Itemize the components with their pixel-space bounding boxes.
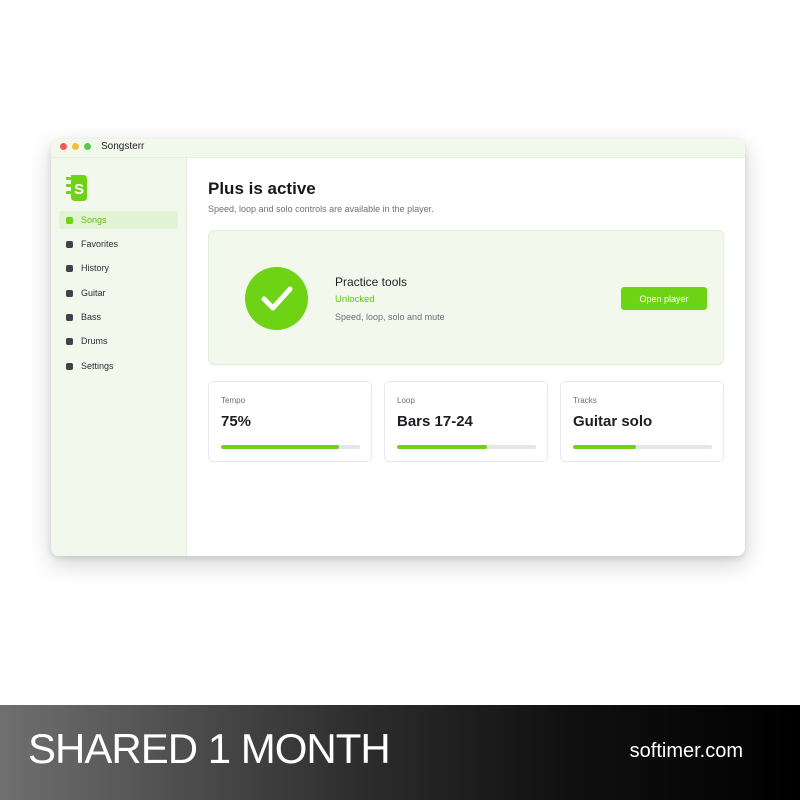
stat-label: Loop [397,396,415,405]
sidebar-item-settings[interactable]: Settings [59,357,178,375]
sidebar-item-label: Favorites [81,239,119,249]
songsterr-logo-icon[interactable]: S [63,173,93,203]
loop-progress-fill [397,445,488,449]
app-window: Songsterr S Songs Favorites History Guit… [51,139,745,556]
favorites-icon [66,240,73,248]
sidebar-item-favorites[interactable]: Favorites [59,235,178,253]
main-content: Plus is active Speed, loop and solo cont… [187,158,745,556]
tempo-card: Tempo 75% [208,381,372,462]
banner-site[interactable]: softimer.com [630,740,743,763]
practice-tools-card: Practice tools Unlocked Speed, loop, sol… [208,230,724,365]
bass-icon [66,313,73,321]
guitar-icon [66,289,73,297]
stat-label: Tracks [573,396,597,405]
sidebar-item-label: Drums [81,336,108,346]
sidebar-item-label: Bass [81,312,102,322]
open-player-button[interactable]: Open player [621,287,707,310]
practice-tools-status: Unlocked [335,294,375,305]
svg-text:S: S [74,181,84,198]
tracks-card: Tracks Guitar solo [560,381,724,462]
stat-label: Tempo [221,396,246,405]
drums-icon [66,337,73,345]
history-icon [66,264,73,272]
promo-banner: SHARED 1 MONTH softimer.com [0,705,800,800]
page-title: Plus is active [208,179,316,198]
practice-tools-title: Practice tools [335,275,408,289]
close-window-button[interactable] [60,143,67,150]
page-subtitle: Speed, loop and solo controls are availa… [208,204,434,214]
sidebar-item-guitar[interactable]: Guitar [59,284,178,302]
stat-value: 75% [221,413,252,430]
practice-tools-description: Speed, loop, solo and mute [335,312,445,322]
loop-card: Loop Bars 17-24 [384,381,548,462]
check-circle-icon [245,267,308,330]
sidebar-item-history[interactable]: History [59,259,178,277]
tempo-progress-fill [221,445,340,449]
sidebar-item-label: Settings [81,361,114,371]
sidebar-item-label: Guitar [81,288,106,298]
sidebar-item-label: History [81,263,110,273]
stat-value: Bars 17-24 [397,413,473,430]
sidebar-item-drums[interactable]: Drums [59,332,178,350]
app-title: Songsterr [101,141,145,152]
banner-title: SHARED 1 MONTH [28,725,391,772]
tempo-progress-bar [221,445,360,449]
title-bar: Songsterr [51,139,745,158]
minimize-window-button[interactable] [72,143,79,150]
loop-progress-bar [397,445,536,449]
sidebar-item-bass[interactable]: Bass [59,308,178,326]
sidebar: S Songs Favorites History Guitar Bass Dr… [51,158,187,556]
stat-value: Guitar solo [573,413,653,430]
tracks-progress-bar [573,445,712,449]
sidebar-item-label: Songs [81,215,107,225]
sidebar-item-songs[interactable]: Songs [59,211,178,229]
zoom-window-button[interactable] [84,143,91,150]
tracks-progress-fill [573,445,636,449]
songs-icon [66,216,73,224]
settings-icon [66,362,73,370]
